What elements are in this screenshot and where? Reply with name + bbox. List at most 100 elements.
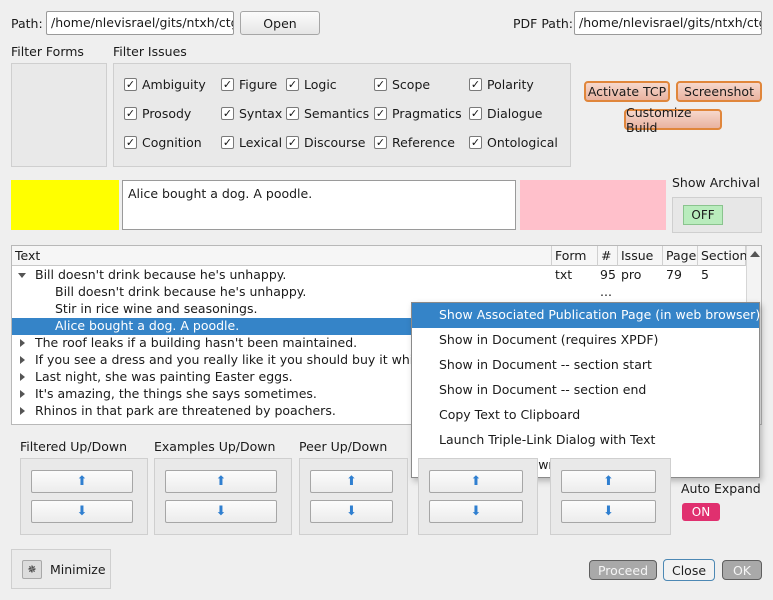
checkbox-checked-icon[interactable]: ✓ (469, 136, 482, 149)
preview-text-box[interactable]: Alice bought a dog. A poodle. (122, 180, 516, 230)
minimize-icon[interactable]: ✵ (22, 560, 42, 579)
column-header-page[interactable]: Page (663, 246, 698, 266)
filter-issue-label: Prosody (142, 106, 192, 121)
minimize-label[interactable]: Minimize (50, 562, 106, 577)
arrow-down-icon: ⬇ (76, 504, 88, 519)
pdf-path-input[interactable]: /home/nlevisrael/gits/ntxh/ctg/a (574, 11, 762, 35)
filter-issue-label: Polarity (487, 77, 534, 92)
row-text: Bill doesn't drink because he's unhappy. (55, 284, 307, 299)
row-page: 79 (666, 267, 682, 282)
row-text: It's amazing, the things she says someti… (35, 386, 317, 401)
navigator-down-button[interactable]: ⬇ (429, 500, 523, 523)
expand-right-icon[interactable] (20, 407, 25, 415)
context-menu-item[interactable]: Show in Document (requires XPDF) (412, 328, 759, 353)
filter-issue-semantics[interactable]: ✓ Semantics (286, 106, 369, 121)
expand-right-icon[interactable] (20, 390, 25, 398)
column-header-number[interactable]: # (598, 246, 618, 266)
arrow-down-icon: ⬇ (215, 504, 227, 519)
checkbox-checked-icon[interactable]: ✓ (374, 136, 387, 149)
filter-issue-scope[interactable]: ✓ Scope (374, 77, 430, 92)
filter-issue-label: Logic (304, 77, 337, 92)
archival-toggle[interactable]: OFF (683, 205, 723, 225)
path-input[interactable]: /home/nlevisrael/gits/ntxh/ctg/a (46, 11, 234, 35)
filter-issue-reference[interactable]: ✓ Reference (374, 135, 455, 150)
navigator-down-button[interactable]: ⬇ (310, 500, 393, 523)
context-menu-item[interactable]: Show Associated Publication Page (in web… (412, 303, 760, 328)
column-header-form[interactable]: Form (552, 246, 598, 266)
scroll-up-icon[interactable] (750, 251, 760, 257)
filter-issue-discourse[interactable]: ✓ Discourse (286, 135, 365, 150)
checkbox-checked-icon[interactable]: ✓ (286, 78, 299, 91)
filter-issue-ambiguity[interactable]: ✓ Ambiguity (124, 77, 206, 92)
checkbox-checked-icon[interactable]: ✓ (124, 136, 137, 149)
navigator-down-button[interactable]: ⬇ (31, 500, 133, 523)
arrow-down-icon: ⬇ (346, 504, 357, 519)
navigator-down-button[interactable]: ⬇ (561, 500, 656, 523)
filter-issue-pragmatics[interactable]: ✓ Pragmatics (374, 106, 462, 121)
checkbox-checked-icon[interactable]: ✓ (286, 136, 299, 149)
navigator-down-button[interactable]: ⬇ (165, 500, 277, 523)
ok-button[interactable]: OK (722, 560, 762, 580)
filter-issue-logic[interactable]: ✓ Logic (286, 77, 337, 92)
expand-right-icon[interactable] (20, 356, 25, 364)
filter-issue-cognition[interactable]: ✓ Cognition (124, 135, 202, 150)
context-menu-item[interactable]: Show in Document -- section end (412, 378, 759, 403)
filter-issue-figure[interactable]: ✓ Figure (221, 77, 277, 92)
expand-down-icon[interactable] (18, 273, 26, 278)
checkbox-checked-icon[interactable]: ✓ (469, 78, 482, 91)
column-header-text[interactable]: Text (12, 246, 552, 266)
navigator-up-button[interactable]: ⬆ (561, 470, 656, 493)
arrow-up-icon: ⬆ (76, 474, 88, 489)
activate-tcp-button[interactable]: Activate TCP (584, 81, 670, 102)
row-issue: pro (621, 267, 642, 282)
arrow-up-icon: ⬆ (470, 474, 482, 489)
proceed-button[interactable]: Proceed (589, 560, 657, 580)
checkbox-checked-icon[interactable]: ✓ (374, 107, 387, 120)
arrow-down-icon: ⬇ (470, 504, 482, 519)
filter-issues-label: Filter Issues (113, 44, 187, 59)
column-header-section[interactable]: Section (698, 246, 747, 266)
row-text: Last night, she was painting Easter eggs… (35, 369, 293, 384)
row-text: The roof leaks if a building hasn't been… (35, 335, 358, 350)
filter-issue-polarity[interactable]: ✓ Polarity (469, 77, 534, 92)
column-header-issue[interactable]: Issue (618, 246, 663, 266)
context-menu-item[interactable]: Copy Text to Clipboard (412, 403, 759, 428)
filter-issue-lexical[interactable]: ✓ Lexical (221, 135, 282, 150)
close-button[interactable]: Close (663, 559, 715, 581)
row-form: txt (555, 267, 573, 282)
open-button[interactable]: Open (240, 11, 320, 35)
navigator-label: Filtered Up/Down (20, 439, 127, 454)
checkbox-checked-icon[interactable]: ✓ (286, 107, 299, 120)
filter-issue-dialogue[interactable]: ✓ Dialogue (469, 106, 542, 121)
filter-forms-list[interactable] (11, 63, 107, 167)
context-menu-item[interactable]: Show in Document -- section start (412, 353, 759, 378)
checkbox-checked-icon[interactable]: ✓ (469, 107, 482, 120)
filter-issue-label: Scope (392, 77, 431, 92)
checkbox-checked-icon[interactable]: ✓ (124, 78, 137, 91)
customize-build-button[interactable]: Customize Build (624, 105, 722, 135)
filter-issue-label: Ontological (487, 135, 558, 150)
navigator-up-button[interactable]: ⬆ (165, 470, 277, 493)
checkbox-checked-icon[interactable]: ✓ (221, 78, 234, 91)
expand-right-icon[interactable] (20, 339, 25, 347)
screenshot-button[interactable]: Screenshot (676, 81, 762, 102)
checkbox-checked-icon[interactable]: ✓ (374, 78, 387, 91)
row-num: ... (600, 284, 612, 299)
context-menu-item[interactable]: Launch Triple-Link Dialog with Text (412, 428, 759, 453)
filter-issue-ontological[interactable]: ✓ Ontological (469, 135, 558, 150)
checkbox-checked-icon[interactable]: ✓ (221, 107, 234, 120)
navigator-up-button[interactable]: ⬆ (429, 470, 523, 493)
auto-expand-label: Auto Expand (681, 481, 761, 496)
navigator-label: Peer Up/Down (299, 439, 388, 454)
expand-right-icon[interactable] (20, 373, 25, 381)
navigator-up-button[interactable]: ⬆ (31, 470, 133, 493)
checkbox-checked-icon[interactable]: ✓ (124, 107, 137, 120)
filter-issue-label: Lexical (239, 135, 283, 150)
checkbox-checked-icon[interactable]: ✓ (221, 136, 234, 149)
table-row[interactable]: Bill doesn't drink because he's unhappy.… (12, 267, 746, 284)
auto-expand-toggle[interactable]: ON (682, 503, 720, 521)
filter-issue-prosody[interactable]: ✓ Prosody (124, 106, 191, 121)
filter-issue-syntax[interactable]: ✓ Syntax (221, 106, 282, 121)
table-row[interactable]: Bill doesn't drink because he's unhappy.… (12, 284, 746, 301)
navigator-up-button[interactable]: ⬆ (310, 470, 393, 493)
